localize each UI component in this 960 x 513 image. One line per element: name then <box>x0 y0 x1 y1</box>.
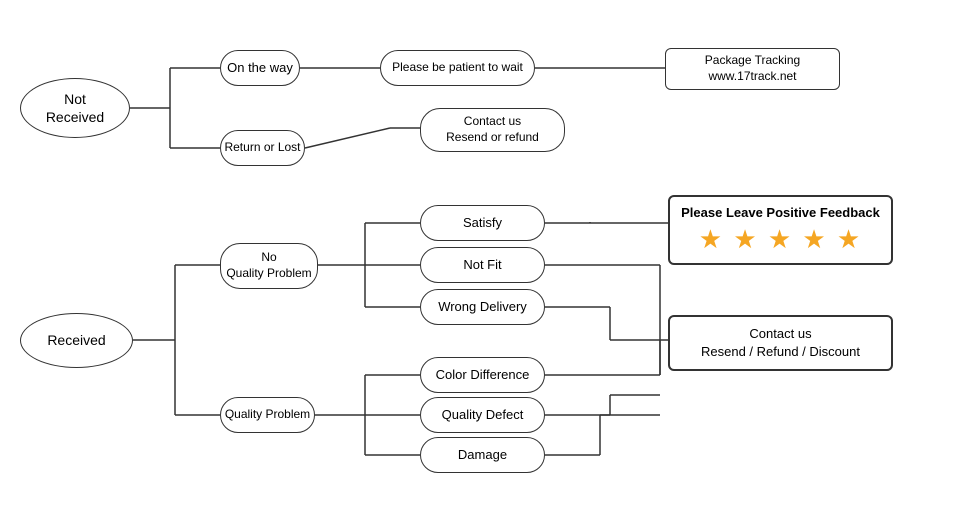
no-quality-node: No Quality Problem <box>220 243 318 289</box>
stars-display: ★ ★ ★ ★ ★ <box>680 224 881 255</box>
quality-defect-node: Quality Defect <box>420 397 545 433</box>
feedback-box: Please Leave Positive Feedback ★ ★ ★ ★ ★ <box>668 195 893 265</box>
color-diff-node: Color Difference <box>420 357 545 393</box>
satisfy-node: Satisfy <box>420 205 545 241</box>
not-received-node: Not Received <box>20 78 130 138</box>
received-node: Received <box>20 313 133 368</box>
not-fit-node: Not Fit <box>420 247 545 283</box>
wrong-delivery-node: Wrong Delivery <box>420 289 545 325</box>
return-lost-node: Return or Lost <box>220 130 305 166</box>
patient-node: Please be patient to wait <box>380 50 535 86</box>
quality-problem-node: Quality Problem <box>220 397 315 433</box>
tracking-node: Package Tracking www.17track.net <box>665 48 840 90</box>
contact-resend-refund-node: Contact us Resend or refund <box>420 108 565 152</box>
damage-node: Damage <box>420 437 545 473</box>
contact-resend-discount-box: Contact us Resend / Refund / Discount <box>668 315 893 371</box>
feedback-text: Please Leave Positive Feedback <box>680 205 881 220</box>
on-the-way-node: On the way <box>220 50 300 86</box>
contact-resend-discount-text: Contact us Resend / Refund / Discount <box>701 326 860 359</box>
diagram: Not Received On the way Please be patien… <box>0 0 960 513</box>
